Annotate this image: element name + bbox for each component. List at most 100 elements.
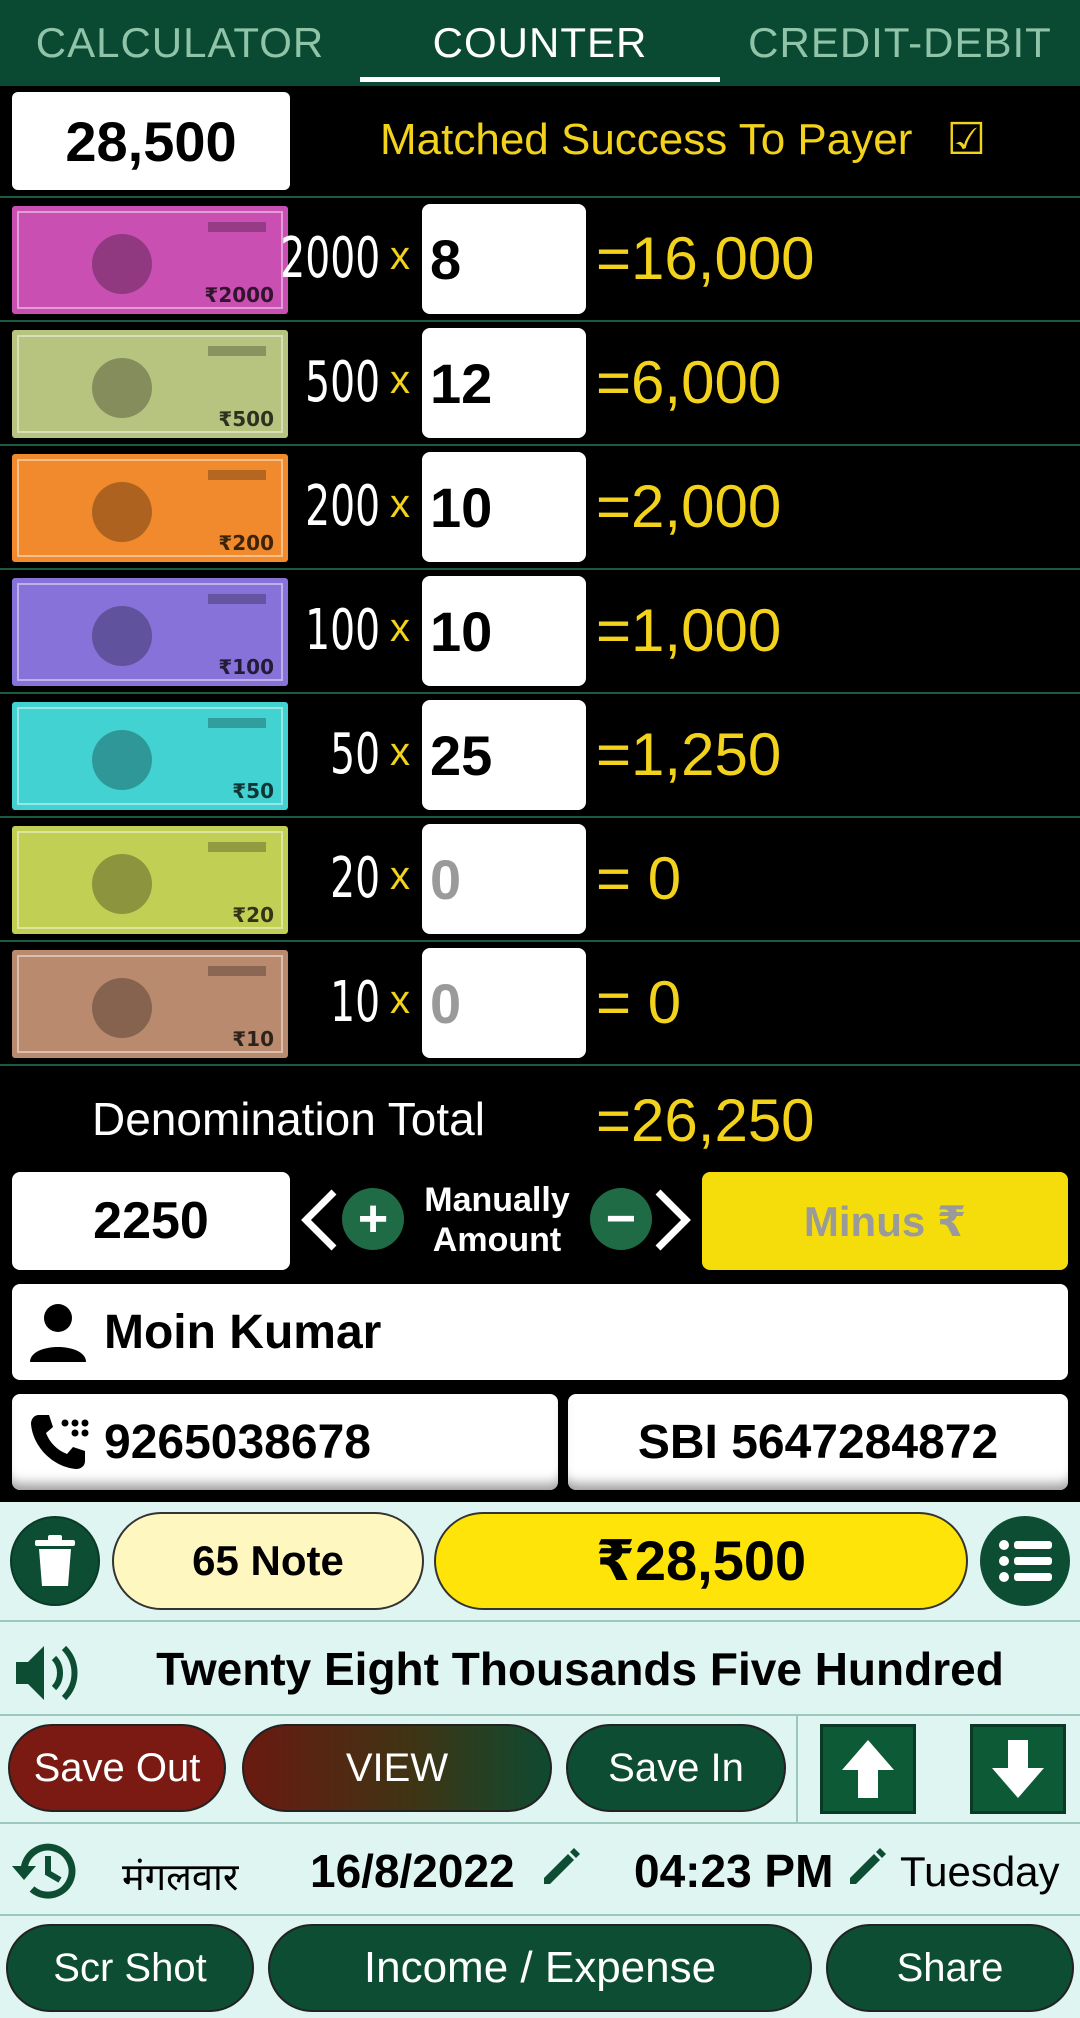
denomination-value: 20	[330, 846, 380, 911]
banknote-image: ₹500	[12, 330, 288, 438]
manual-amount-label-line1: Manually	[424, 1181, 570, 1219]
denomination-row: ₹10 10 x 0 = 0	[0, 942, 1080, 1066]
note-quantity-input[interactable]: 0	[422, 948, 586, 1058]
bank-account-field[interactable]: SBI 5647284872	[568, 1394, 1068, 1490]
denomination-value: 10	[330, 970, 380, 1035]
day-english: Tuesday	[900, 1848, 1060, 1895]
banknote-label: ₹500	[218, 407, 274, 431]
divider	[0, 1714, 1080, 1716]
tab-credit-debit[interactable]: CREDIT-DEBIT	[720, 0, 1080, 86]
denomination-row: ₹20 20 x 0 = 0	[0, 818, 1080, 942]
customer-name-text: Moin Kumar	[104, 1305, 382, 1359]
tab-calculator[interactable]: CALCULATOR	[0, 0, 360, 86]
banknote-image: ₹10	[12, 950, 288, 1058]
chevron-left-icon[interactable]	[300, 1188, 340, 1252]
save-out-button[interactable]: Save Out	[8, 1724, 226, 1812]
vertical-divider	[796, 1714, 798, 1824]
denomination-row: ₹50 50 x 25 =1,250	[0, 694, 1080, 818]
denomination-value: 100	[305, 598, 380, 663]
banknote-label: ₹2000	[204, 283, 274, 307]
denomination-value: 50	[330, 722, 380, 787]
banknote-label: ₹10	[232, 1027, 274, 1051]
speaker-icon[interactable]	[12, 1640, 82, 1706]
note-count-badge: 65 Note	[112, 1512, 424, 1610]
multiply-sign: x	[390, 358, 410, 402]
view-button[interactable]: VIEW	[242, 1724, 552, 1812]
income-expense-button[interactable]: Income / Expense	[268, 1924, 812, 2012]
banknote-label: ₹20	[232, 903, 274, 927]
customer-name-field[interactable]: Moin Kumar	[12, 1284, 1068, 1380]
scroll-up-button[interactable]	[820, 1724, 916, 1814]
multiply-sign: x	[390, 730, 410, 774]
tab-counter[interactable]: COUNTER	[360, 0, 720, 86]
arrow-down-icon	[992, 1740, 1044, 1798]
note-quantity-input[interactable]: 0	[422, 824, 586, 934]
denomination-result: = 0	[596, 845, 682, 912]
day-hindi: मंगलवार	[122, 1855, 239, 1899]
edit-time-pencil-icon[interactable]	[846, 1846, 888, 1888]
scroll-down-button[interactable]	[970, 1724, 1066, 1814]
note-quantity-input[interactable]: 12	[422, 328, 586, 438]
trash-icon	[35, 1535, 75, 1586]
note-quantity-input[interactable]: 10	[422, 452, 586, 562]
denomination-row: ₹100 100 x 10 =1,000	[0, 570, 1080, 694]
banknote-image: ₹50	[12, 702, 288, 810]
multiply-sign: x	[390, 854, 410, 898]
denomination-result: =1,250	[596, 721, 782, 788]
subtract-manual-amount-button[interactable]: −	[590, 1188, 652, 1250]
edit-date-pencil-icon[interactable]	[540, 1846, 582, 1888]
list-menu-button[interactable]	[980, 1516, 1070, 1606]
matched-checkbox[interactable]: ☑	[947, 115, 986, 164]
matched-status-text: Matched Success To Payer	[380, 115, 913, 164]
target-amount-input[interactable]: 28,500	[12, 92, 290, 190]
banknote-label: ₹50	[232, 779, 274, 803]
divider	[0, 1914, 1080, 1916]
minus-rupee-button[interactable]: Minus ₹	[702, 1172, 1068, 1270]
person-icon	[12, 1300, 104, 1364]
note-quantity-input[interactable]: 25	[422, 700, 586, 810]
chevron-right-icon[interactable]	[652, 1188, 692, 1252]
screenshot-button[interactable]: Scr Shot	[6, 1924, 254, 2012]
manual-amount-label: Manually Amount	[412, 1180, 582, 1260]
banknote-image: ₹2000	[12, 206, 288, 314]
manual-amount-input[interactable]: 2250	[12, 1172, 290, 1270]
footer-panel: 65 Note ₹28,500 Twenty Eight Thousands F…	[0, 1502, 1080, 2018]
banknote-label: ₹200	[218, 531, 274, 555]
phone-dialing-icon	[12, 1409, 104, 1475]
denomination-result: =2,000	[596, 473, 782, 540]
manual-amount-row: 2250 + Manually Amount − Minus ₹	[0, 1170, 1080, 1278]
date-text: 16/8/2022	[310, 1845, 515, 1897]
denomination-total-row: Denomination Total =26,250	[0, 1066, 1080, 1170]
share-button[interactable]: Share	[826, 1924, 1074, 2012]
denomination-result: =6,000	[596, 349, 782, 416]
summary-row: 28,500 Matched Success To Payer ☑	[0, 86, 1080, 198]
denomination-total-value: =26,250	[596, 1087, 815, 1154]
multiply-sign: x	[390, 482, 410, 526]
divider	[0, 1822, 1080, 1824]
denomination-result: =16,000	[596, 225, 815, 292]
denomination-row: ₹500 500 x 12 =6,000	[0, 322, 1080, 446]
denomination-value: 2000	[280, 226, 380, 291]
matched-status: Matched Success To Payer ☑	[380, 114, 986, 165]
denomination-result: =1,000	[596, 597, 782, 664]
denomination-value: 500	[305, 350, 380, 415]
delete-button[interactable]	[10, 1516, 100, 1606]
banknote-image: ₹20	[12, 826, 288, 934]
manual-amount-label-line2: Amount	[432, 1221, 562, 1259]
denomination-result: = 0	[596, 969, 682, 1036]
time-text: 04:23 PM	[634, 1845, 834, 1897]
grand-total-display: ₹28,500	[434, 1512, 968, 1610]
add-manual-amount-button[interactable]: +	[342, 1188, 404, 1250]
top-tab-bar: CALCULATOR COUNTER CREDIT-DEBIT	[0, 0, 1080, 86]
divider	[0, 1620, 1080, 1622]
history-icon[interactable]	[10, 1836, 80, 1906]
arrow-up-icon	[842, 1740, 894, 1798]
phone-field[interactable]: 9265038678	[12, 1394, 558, 1490]
denomination-total-label: Denomination Total	[92, 1093, 485, 1145]
note-quantity-input[interactable]: 8	[422, 204, 586, 314]
multiply-sign: x	[390, 606, 410, 650]
list-icon	[999, 1540, 1052, 1582]
note-quantity-input[interactable]: 10	[422, 576, 586, 686]
banknote-image: ₹200	[12, 454, 288, 562]
save-in-button[interactable]: Save In	[566, 1724, 786, 1812]
